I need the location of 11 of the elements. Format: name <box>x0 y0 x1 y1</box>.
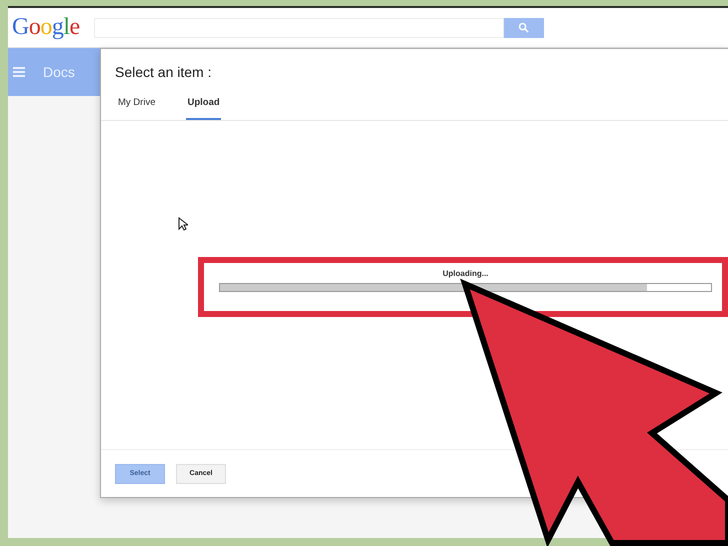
cursor-icon <box>178 217 188 231</box>
search-button[interactable] <box>504 18 544 38</box>
app-title: Docs <box>43 64 75 80</box>
tab[interactable]: Upload <box>186 89 221 120</box>
search-field[interactable] <box>94 18 504 38</box>
menu-icon[interactable] <box>13 67 25 77</box>
dialog-title: Select an item : <box>114 63 212 82</box>
logo: Google <box>12 14 80 41</box>
tab[interactable]: My Drive <box>117 89 156 120</box>
upload-status: Uploading... <box>442 269 488 278</box>
search-icon <box>518 22 530 33</box>
